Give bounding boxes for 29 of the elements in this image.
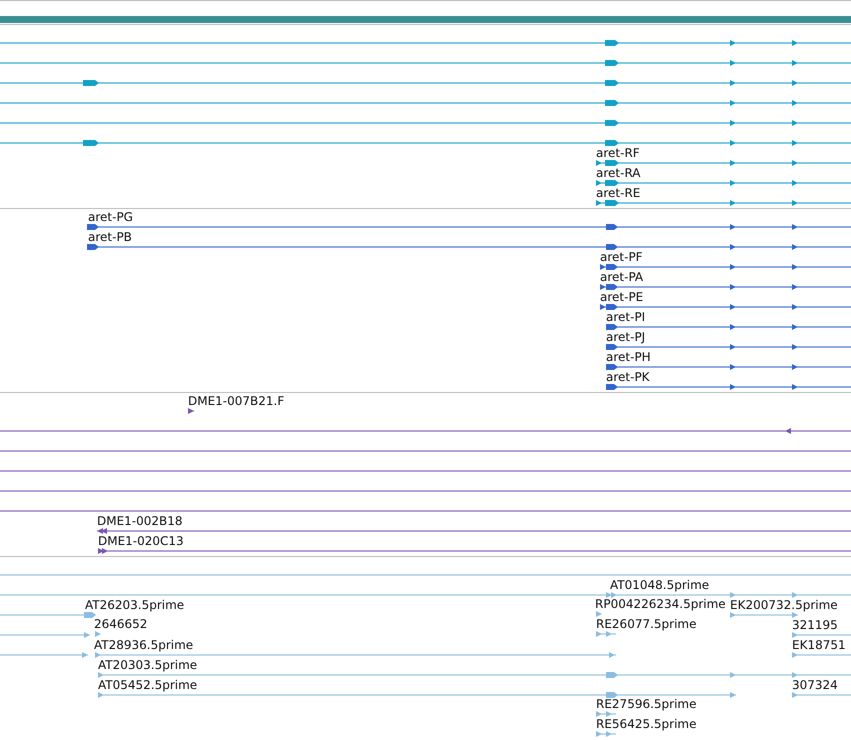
feature-label: AT20303.5prime bbox=[98, 658, 198, 672]
feature-label: RE56425.5prime bbox=[596, 717, 696, 731]
feature-label: aret-PJ bbox=[606, 330, 646, 344]
feature-label: EK200732.5prime bbox=[730, 598, 838, 612]
feature-label: aret-RE bbox=[596, 186, 640, 200]
feature-label: aret-PG bbox=[88, 210, 133, 224]
feature-label: aret-PE bbox=[600, 290, 644, 304]
feature-label: RE27596.5prime bbox=[596, 697, 696, 711]
feature-label: 321195 bbox=[792, 618, 838, 632]
feature-label: aret-RF bbox=[596, 146, 640, 160]
feature-label: AT05452.5prime bbox=[98, 678, 198, 692]
feature-label: AT01048.5prime bbox=[610, 578, 710, 592]
feature-label: aret-PI bbox=[606, 310, 646, 324]
feature-label: RE26077.5prime bbox=[596, 617, 696, 631]
feature-label: AT28936.5prime bbox=[94, 638, 194, 652]
feature-label: aret-PH bbox=[606, 350, 651, 364]
feature-label: aret-RA bbox=[596, 166, 641, 180]
feature-label: RP004226234.5prime bbox=[595, 597, 726, 611]
feature-label: DME1-007B21.F bbox=[188, 394, 284, 408]
feature-label: aret-PB bbox=[88, 230, 132, 244]
feature-label: 2646652 bbox=[94, 617, 148, 631]
feature-label: 307324 bbox=[792, 678, 838, 692]
feature-label: DME1-002B18 bbox=[97, 514, 183, 528]
feature-label: AT26203.5prime bbox=[85, 598, 184, 612]
feature-label: DME1-020C13 bbox=[98, 534, 184, 548]
feature-label: aret-PA bbox=[600, 270, 644, 284]
feature-label: aret-PK bbox=[606, 370, 650, 384]
feature-label: EK18751 bbox=[792, 638, 846, 652]
feature-label: aret-PF bbox=[600, 250, 643, 264]
